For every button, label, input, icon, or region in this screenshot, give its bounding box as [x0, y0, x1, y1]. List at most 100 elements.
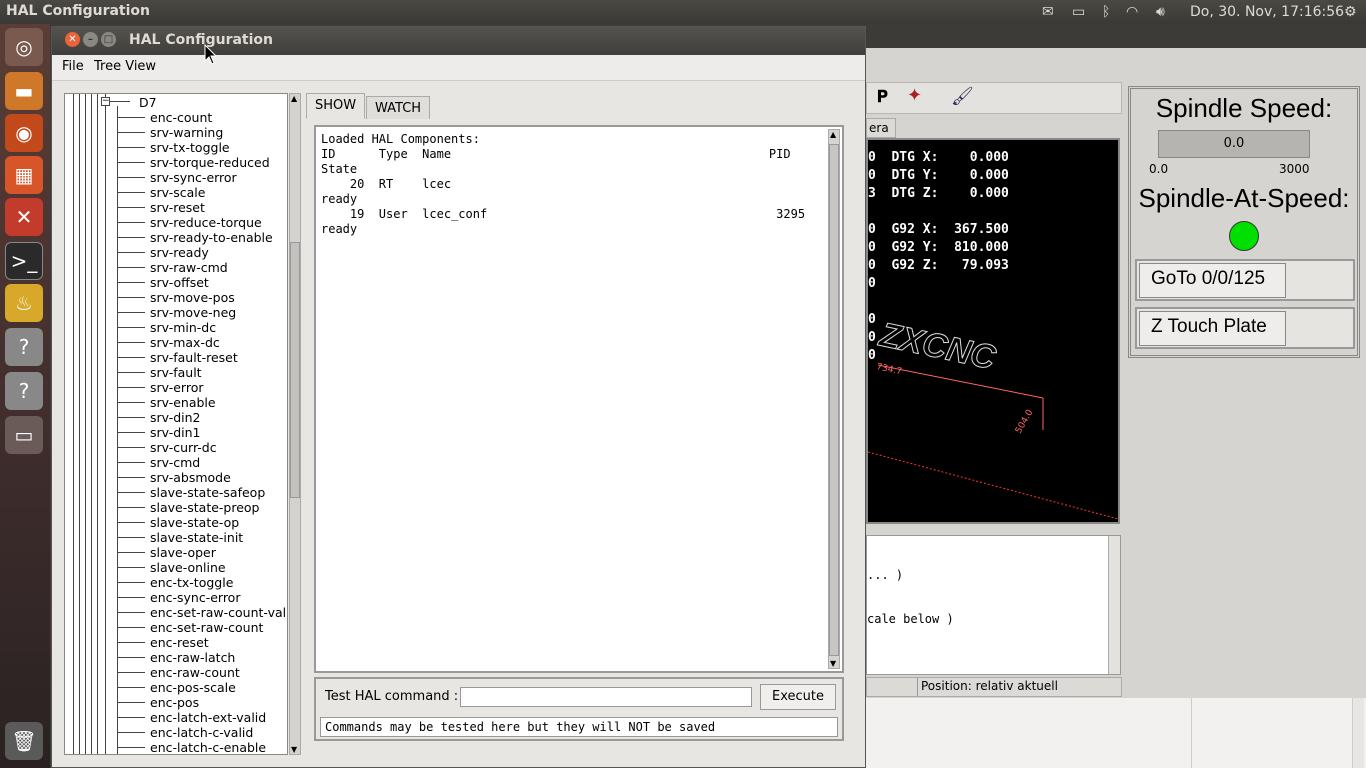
tree-item[interactable]: enc-count [150, 110, 212, 125]
scroll-up-icon[interactable]: ▲ [830, 130, 836, 139]
unknown-app-icon[interactable]: ? [5, 328, 43, 366]
show-scrollbar[interactable]: ▲ ▼ [828, 129, 840, 669]
tree-item[interactable]: enc-tx-toggle [150, 575, 233, 590]
volume-icon[interactable]: 🔊︎ [1156, 4, 1165, 20]
tree-item[interactable]: enc-pos [150, 695, 199, 710]
close-icon[interactable]: ✕ [65, 32, 80, 47]
tree-item[interactable]: enc-raw-count [150, 665, 240, 680]
trash-icon[interactable]: 🗑︎ [5, 722, 43, 760]
battery-icon[interactable]: ▭ [1072, 4, 1085, 20]
tree-item[interactable]: srv-reduce-torque [150, 215, 262, 230]
tree-scroll-thumb[interactable] [290, 242, 300, 498]
brush-icon[interactable]: 🖌︎ [951, 86, 974, 107]
minimize-icon[interactable]: – [83, 32, 98, 47]
tree-item[interactable]: slave-state-op [150, 515, 239, 530]
files-icon[interactable]: ▬ [5, 72, 43, 110]
tree-item[interactable]: slave-state-preop [150, 500, 260, 515]
goto-button[interactable]: GoTo 0/0/125 [1139, 263, 1286, 298]
show-output[interactable]: Loaded HAL Components: ID Type Name PID St… [314, 125, 844, 673]
bluetooth-icon[interactable]: ᛒ [1102, 4, 1110, 20]
clock[interactable]: Do, 30. Nov, 17:16:56 [1190, 4, 1344, 20]
tree-item[interactable]: enc-pos-scale [150, 680, 236, 695]
gear-icon[interactable]: ⚙ [1344, 4, 1357, 20]
launcher: ◎ ▬ ◉ ▦ ✕ >_ ♨ ? ? ▭ 🗑︎ [0, 24, 50, 768]
tree-item[interactable]: srv-curr-dc [150, 440, 217, 455]
menu-tree-view[interactable]: Tree View [94, 59, 156, 74]
execute-button[interactable]: Execute [760, 684, 836, 710]
active-app-title: HAL Configuration [6, 3, 150, 19]
show-scroll-thumb[interactable] [829, 144, 839, 656]
tab-watch[interactable]: WATCH [366, 96, 431, 119]
scroll-down-icon[interactable]: ▼ [830, 659, 836, 668]
spindle-at-speed-title: Spindle-At-Speed: [1138, 183, 1350, 213]
tree-scrollbar[interactable]: ▲ ▼ [289, 93, 301, 755]
tab-show[interactable]: SHOW [306, 93, 366, 119]
tree-item[interactable]: slave-state-init [150, 530, 243, 545]
tree-item[interactable]: srv-error [150, 380, 204, 395]
tree-item[interactable]: enc-raw-latch [150, 650, 235, 665]
menu-file[interactable]: File [62, 59, 84, 74]
status-bar: Position: relativ aktuell [866, 677, 1122, 697]
tree-item[interactable]: srv-torque-reduced [150, 155, 270, 170]
tree-item[interactable]: srv-offset [150, 275, 209, 290]
tree-item[interactable]: srv-tx-toggle [150, 140, 230, 155]
page-scrollbar[interactable] [1352, 698, 1364, 768]
window-titlebar[interactable]: ✕ – □ HAL Configuration [52, 27, 865, 55]
dash-icon[interactable]: ◎ [5, 28, 43, 66]
linuxcnc-icon[interactable]: ♨ [5, 284, 43, 322]
tree-item[interactable]: srv-move-neg [150, 305, 236, 320]
tree-item[interactable]: enc-latch-c-enable [150, 740, 266, 754]
settings-icon[interactable]: ✕ [5, 198, 43, 236]
unknown-app-icon-2[interactable]: ? [5, 372, 43, 410]
tree-item[interactable]: srv-warning [150, 125, 223, 140]
tree-item[interactable]: srv-reset [150, 200, 205, 215]
tree-item[interactable]: srv-move-pos [150, 290, 235, 305]
gcode-scrollbar[interactable] [1108, 536, 1120, 674]
maximize-icon[interactable]: □ [101, 32, 116, 47]
software-center-icon[interactable]: ▦ [5, 156, 43, 194]
clear-live-plot-icon[interactable]: ✦ [907, 85, 922, 106]
scroll-up-icon[interactable]: ▲ [291, 94, 297, 103]
preview-tab[interactable]: era [866, 118, 896, 138]
tree-item[interactable]: srv-enable [150, 395, 216, 410]
gcode-line: cale below ) [867, 612, 954, 626]
firefox-icon[interactable]: ◉ [5, 114, 43, 152]
tree-item[interactable]: enc-latch-c-valid [150, 725, 253, 740]
scroll-down-icon[interactable]: ▼ [291, 745, 297, 754]
tree-item[interactable]: srv-fault [150, 365, 202, 380]
wifi-icon[interactable]: ◠ [1126, 4, 1138, 20]
scale-min-label: 0.0 [1149, 162, 1169, 176]
tree-item[interactable]: srv-max-dc [150, 335, 220, 350]
z-touch-plate-button[interactable]: Z Touch Plate [1139, 311, 1286, 346]
terminal-icon[interactable]: >_ [5, 242, 43, 280]
tree-item[interactable]: srv-sync-error [150, 170, 237, 185]
tree-item[interactable]: srv-din1 [150, 425, 201, 440]
tree-item[interactable]: srv-ready [150, 245, 209, 260]
tree-item[interactable]: enc-sync-error [150, 590, 240, 605]
command-input[interactable] [460, 687, 752, 707]
tree-item[interactable]: srv-absmode [150, 470, 231, 485]
tree-item[interactable]: slave-state-safeop [150, 485, 265, 500]
gcode-text[interactable]: ... ) cale below ) [866, 535, 1121, 675]
tree-item[interactable]: srv-ready-to-enable [150, 230, 273, 245]
tree-item[interactable]: srv-din2 [150, 410, 201, 425]
tree-item[interactable]: enc-set-raw-count [150, 620, 263, 635]
tree-item[interactable]: srv-min-dc [150, 320, 216, 335]
workspace-icon[interactable]: ▭ [5, 416, 43, 454]
mail-icon[interactable]: ✉ [1042, 4, 1054, 20]
tree-item[interactable]: slave-oper [150, 545, 216, 560]
tree-item[interactable]: srv-cmd [150, 455, 200, 470]
tree-item-parent[interactable]: D7 [139, 95, 157, 110]
tree-item[interactable]: srv-raw-cmd [150, 260, 228, 275]
toggle-plot-icon[interactable]: 𝐏 [877, 87, 888, 107]
tree-item[interactable]: enc-set-raw-count-val [150, 605, 286, 620]
tree-item[interactable]: srv-scale [150, 185, 205, 200]
tree-item[interactable]: enc-latch-ext-valid [150, 710, 266, 725]
tree-item[interactable]: srv-fault-reset [150, 350, 238, 365]
gcode-line: ... ) [867, 568, 904, 582]
hal-tree[interactable]: − D7 enc-count srv-warning srv-tx-toggle sr… [64, 93, 288, 755]
tree-item[interactable]: slave-online [150, 560, 226, 575]
tree-item[interactable]: enc-reset [150, 635, 209, 650]
collapse-icon[interactable]: − [101, 97, 110, 106]
mouse-cursor-icon [204, 44, 218, 65]
